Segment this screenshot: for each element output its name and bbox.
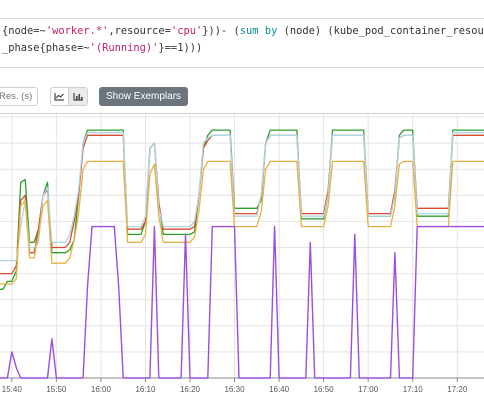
query-line-2: _phase{phase=~'(Running)'}==1))): [2, 40, 202, 57]
query-token: }))- (: [202, 25, 240, 37]
show-exemplars-button[interactable]: Show Exemplars: [99, 87, 189, 106]
x-tick-label: 17:10: [403, 385, 424, 394]
line-chart-icon[interactable]: [50, 87, 69, 106]
x-tick-label: 16:10: [135, 385, 156, 394]
series-line-5: [0, 225, 484, 379]
query-token: _phase{phase=~: [2, 42, 90, 54]
line-chart: 15:40 15:50 16:00 16:10 16:20 16:30 16:40 16:50…: [0, 113, 484, 394]
x-tick-label: 15:50: [46, 385, 67, 394]
x-tick-label: 15:40: [2, 385, 23, 394]
x-tick-label: 16:30: [225, 385, 246, 394]
graph-toolbar: Show Exemplars: [0, 87, 484, 109]
query-token: by: [264, 25, 278, 37]
query-token: '(Running)': [89, 42, 159, 54]
series-line-3: [0, 132, 484, 262]
query-token: sum: [239, 25, 259, 37]
x-tick-label: 17:20: [447, 385, 468, 394]
x-tick-label: 16:00: [91, 385, 112, 394]
query-token: =~: [33, 25, 46, 37]
series-line-1: [0, 129, 484, 290]
chart-mode-toggle: [50, 87, 88, 106]
x-tick-label: 17:00: [358, 385, 379, 394]
query-token: (node) (kube_pod_container_resource_requ…: [283, 25, 484, 37]
query-token: node: [8, 25, 34, 37]
area-chart-icon[interactable]: [69, 87, 88, 106]
query-editor[interactable]: {node=~'worker.*',resource='cpu'}))- (su…: [0, 18, 484, 68]
resolution-input[interactable]: [0, 87, 38, 106]
query-line-1: {node=~'worker.*',resource='cpu'}))- (su…: [2, 23, 484, 40]
x-tick-label: 16:20: [180, 385, 201, 394]
query-token: 'worker.*': [45, 25, 109, 37]
query-token: resource: [114, 25, 165, 37]
graph-panel: 15:40 15:50 16:00 16:10 16:20 16:30 16:40 16:50…: [0, 113, 484, 404]
series-line-2: [0, 134, 484, 275]
query-token: 'cpu': [170, 25, 203, 37]
x-tick-label: 16:50: [314, 385, 335, 394]
query-token: }==1))): [158, 42, 203, 54]
x-tick-label: 16:40: [269, 385, 290, 394]
